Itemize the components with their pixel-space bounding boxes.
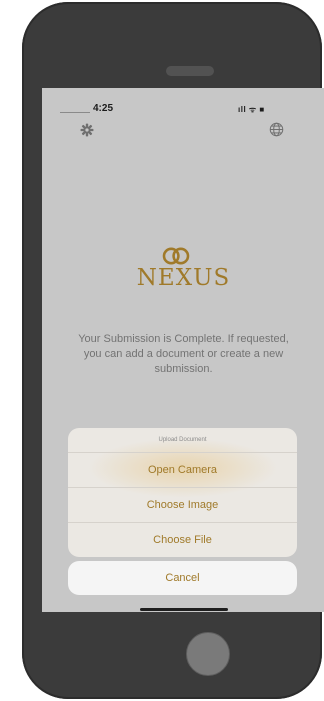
page: 4:25 ıll ᯤ ■ NEXUS Your Submission is Co… bbox=[0, 0, 324, 701]
status-icons: ıll ᯤ ■ bbox=[238, 105, 265, 114]
cancel-button[interactable]: Cancel bbox=[68, 561, 297, 595]
status-bar-divider bbox=[60, 112, 90, 113]
submission-message: Your Submission is Complete. If requeste… bbox=[78, 333, 289, 375]
choose-image-button[interactable]: Choose Image bbox=[68, 487, 297, 522]
upload-action-sheet: Upload Document Open Camera Choose Image… bbox=[68, 428, 297, 557]
open-camera-button[interactable]: Open Camera bbox=[68, 452, 297, 487]
gear-icon[interactable] bbox=[80, 123, 94, 137]
app-screen: 4:25 ıll ᯤ ■ NEXUS Your Submission is Co… bbox=[42, 88, 324, 612]
speaker-grille bbox=[166, 66, 214, 76]
choose-file-button[interactable]: Choose File bbox=[68, 522, 297, 557]
globe-icon[interactable] bbox=[269, 122, 284, 137]
home-button[interactable] bbox=[186, 632, 230, 676]
sheet-title: Upload Document bbox=[158, 437, 207, 443]
status-time: 4:25 bbox=[93, 103, 114, 114]
home-indicator bbox=[140, 608, 228, 611]
nexus-logo-icon bbox=[162, 247, 190, 265]
brand-name: NEXUS bbox=[136, 265, 231, 291]
